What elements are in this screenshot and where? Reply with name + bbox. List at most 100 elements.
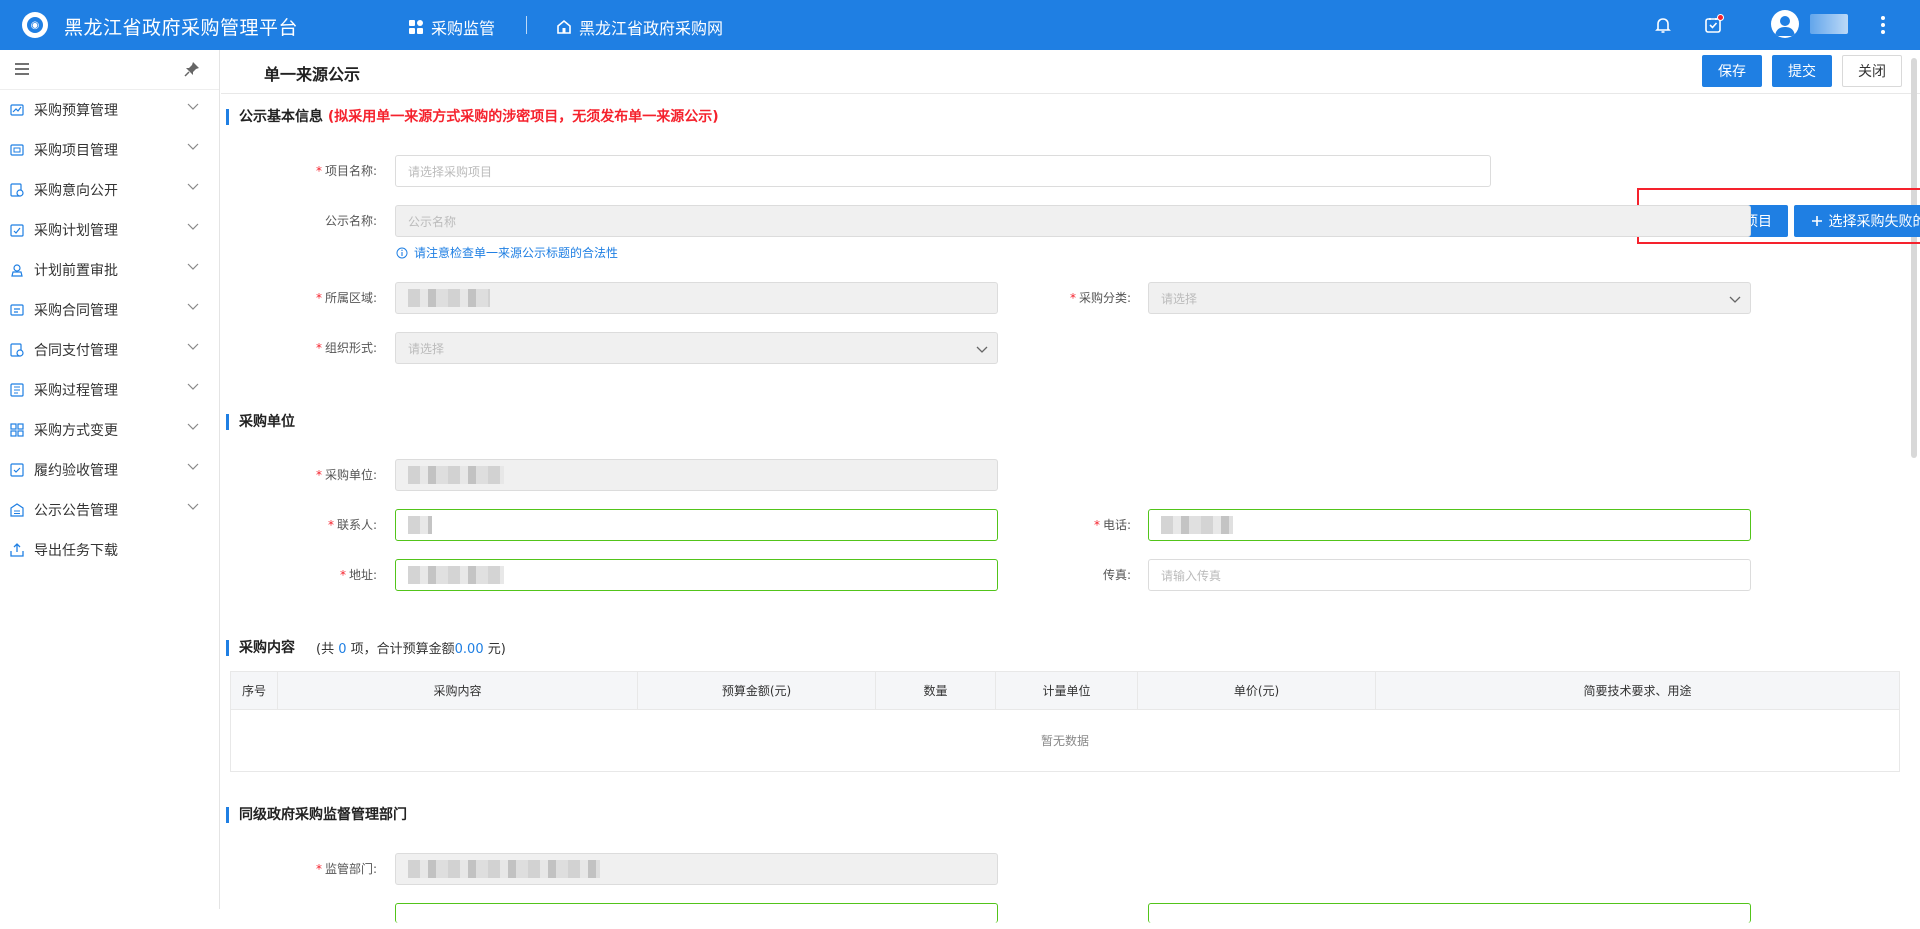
sidebar-item-contract[interactable]: 采购合同管理 (0, 290, 219, 330)
category-placeholder: 请选择 (1161, 291, 1198, 306)
submit-button[interactable]: 提交 (1772, 55, 1832, 87)
sidebar-item-budget[interactable]: 采购预算管理 (0, 90, 219, 130)
nav-divider (526, 16, 527, 34)
chevron-down-icon (187, 383, 199, 390)
task-check-icon[interactable] (1701, 13, 1725, 37)
sidebar-item-acceptance[interactable]: 履约验收管理 (0, 450, 219, 490)
phone-input[interactable] (1148, 509, 1751, 541)
process-icon (9, 382, 25, 398)
col-unit: 计量单位 (995, 671, 1138, 710)
address-input[interactable] (395, 559, 998, 591)
region-redacted (408, 289, 490, 307)
chevron-down-icon (187, 423, 199, 430)
buyer-unit-field (395, 459, 998, 491)
project-name-input[interactable]: 请选择采购项目 (395, 155, 1491, 187)
page-title: 单一来源公示 (264, 65, 361, 84)
phone-redacted (1161, 516, 1233, 534)
summary-prefix: (共 (316, 642, 335, 657)
plan-icon (9, 222, 25, 238)
sidebar-item-plan[interactable]: 采购计划管理 (0, 210, 219, 250)
sidebar-item-export[interactable]: 导出任务下载 (0, 530, 219, 570)
close-button[interactable]: 关闭 (1842, 55, 1902, 87)
nav-website[interactable]: 黑龙江省政府采购网 (556, 15, 723, 39)
sidebar-item-project[interactable]: 采购项目管理 (0, 130, 219, 170)
select-failed-project-label: 选择采购失败的项目 (1828, 214, 1920, 230)
sidebar-item-label: 合同支付管理 (34, 343, 118, 359)
sidebar-item-label: 导出任务下载 (34, 543, 118, 559)
section-title: 公示基本信息 (239, 109, 323, 125)
next-row-input-left[interactable] (395, 903, 998, 923)
section-supervisor: 同级政府采购监督管理部门 (226, 807, 407, 823)
address-label: * 地址: (339, 568, 377, 582)
notice-hint-text: 请注意检查单一来源公示标题的合法性 (414, 246, 619, 260)
app-title: 黑龙江省政府采购管理平台 (64, 17, 299, 39)
sidebar-item-label: 采购意向公开 (34, 183, 118, 199)
contact-input[interactable] (395, 509, 998, 541)
vertical-scrollbar[interactable] (1911, 58, 1917, 458)
buyer-unit-label: * 采购单位: (315, 468, 377, 482)
intent-icon (9, 182, 25, 198)
sidebar-item-intent[interactable]: 采购意向公开 (0, 170, 219, 210)
section-basic-info: 公示基本信息 (拟采用单一来源方式采购的涉密项目，无须发布单一来源公示) (226, 109, 719, 125)
chevron-down-icon (187, 143, 199, 150)
nav-website-label: 黑龙江省政府采购网 (579, 19, 724, 38)
sidebar-item-process[interactable]: 采购过程管理 (0, 370, 219, 410)
more-vertical-icon[interactable] (1871, 13, 1895, 37)
contact-redacted (408, 516, 432, 534)
org-form-select[interactable]: 请选择 (395, 332, 998, 364)
bell-icon[interactable] (1651, 13, 1675, 37)
org-form-placeholder: 请选择 (408, 341, 445, 356)
category-label: * 采购分类: (1069, 291, 1131, 305)
col-budget: 预算金额(元) (637, 671, 876, 710)
chevron-down-icon (187, 343, 199, 350)
sidebar-item-announcement[interactable]: 公示公告管理 (0, 490, 219, 530)
fax-input[interactable]: 请输入传真 (1148, 559, 1751, 591)
category-select[interactable]: 请选择 (1148, 282, 1751, 314)
select-failed-project-button[interactable]: 选择采购失败的项目 (1794, 205, 1920, 237)
grid-icon (409, 20, 423, 34)
announcement-icon (9, 502, 25, 518)
sidebar-item-label: 履约验收管理 (34, 463, 118, 479)
sidebar-item-method-change[interactable]: 采购方式变更 (0, 410, 219, 450)
total-amount: 0.00 (454, 642, 484, 657)
notification-dot (1717, 14, 1724, 21)
col-quantity: 数量 (875, 671, 996, 710)
save-button[interactable]: 保存 (1702, 55, 1762, 87)
chevron-down-icon (1729, 296, 1741, 303)
chevron-down-icon (187, 463, 199, 470)
export-icon (9, 542, 25, 558)
pin-icon[interactable] (184, 61, 200, 81)
chevron-down-icon (976, 346, 988, 353)
next-row-input-right[interactable] (1148, 903, 1751, 923)
sidebar-item-label: 采购预算管理 (34, 103, 118, 119)
table-header-row: 序号 采购内容 预算金额(元) 数量 计量单位 单价(元) 简要技术要求、用途 (230, 671, 1900, 710)
org-form-label: * 组织形式: (315, 341, 377, 355)
platform-logo: ◉ (22, 12, 48, 38)
item-count: 0 (338, 642, 347, 657)
sidebar-item-label: 采购过程管理 (34, 383, 118, 399)
chevron-down-icon (187, 223, 199, 230)
user-name-redacted[interactable] (1810, 14, 1848, 34)
sidebar-item-label: 采购合同管理 (34, 303, 118, 319)
secret-project-warning: (拟采用单一来源方式采购的涉密项目，无须发布单一来源公示) (327, 109, 719, 125)
user-avatar[interactable] (1771, 10, 1799, 38)
notice-name-input[interactable]: 公示名称 (395, 205, 1751, 237)
empty-text: 暂无数据 (230, 709, 1900, 772)
contract-icon (9, 302, 25, 318)
sidebar-header (0, 50, 219, 90)
nav-supervision[interactable]: 采购监管 (408, 15, 495, 39)
nav-supervision-label: 采购监管 (431, 19, 496, 38)
sidebar-item-payment[interactable]: 合同支付管理 (0, 330, 219, 370)
table-empty-row: 暂无数据 (230, 709, 1900, 772)
col-unit-price: 单价(元) (1137, 671, 1376, 710)
notice-hint: 请注意检查单一来源公示标题的合法性 (396, 244, 618, 261)
supervisor-dept-field (395, 853, 998, 885)
sidebar-item-label: 采购方式变更 (34, 423, 118, 439)
fax-label: 传真: (1102, 568, 1131, 582)
sidebar-item-approval[interactable]: 计划前置审批 (0, 250, 219, 290)
summary-mid: 项，合计预算金额 (350, 642, 455, 657)
col-content: 采购内容 (277, 671, 638, 710)
project-name-label: * 项目名称: (315, 164, 377, 178)
chevron-down-icon (187, 263, 199, 270)
hamburger-icon[interactable] (14, 62, 30, 80)
